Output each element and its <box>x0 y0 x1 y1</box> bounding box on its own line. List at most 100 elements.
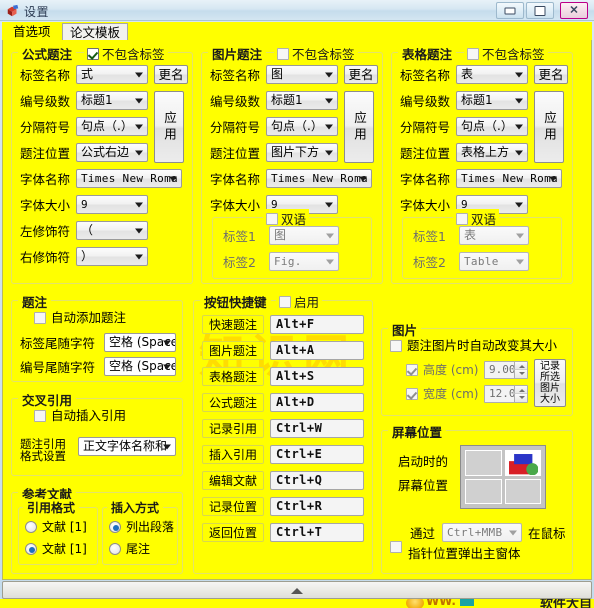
picture-rename-button[interactable]: 更名 <box>344 65 378 84</box>
references-insert-option-1[interactable]: 尾注 <box>109 542 150 556</box>
screen-quadrant-bottom-left[interactable] <box>465 478 502 504</box>
shortcut-key-8[interactable]: Ctrl+T <box>270 523 364 542</box>
tab-paper-template[interactable]: 论文模板 <box>62 23 129 41</box>
picture-width-spin-up[interactable] <box>514 386 527 394</box>
shortcut-label-5[interactable]: 插入引用 <box>202 445 264 464</box>
shortcut-key-5[interactable]: Ctrl+E <box>270 445 364 464</box>
table-bilingual-label1-combo[interactable]: 表 <box>459 226 529 245</box>
picture-height-spin-down[interactable] <box>514 370 527 378</box>
picture-exclude-checkbox[interactable] <box>277 47 289 60</box>
table-position-combo[interactable]: 表格上方 <box>456 143 528 162</box>
shortcut-label-1[interactable]: 图片题注 <box>202 341 264 360</box>
screen-quadrant-top-left[interactable] <box>465 450 502 476</box>
shortcuts-enable-row[interactable]: 启用 <box>276 292 323 311</box>
table-label-name-combo[interactable]: 表 <box>456 65 528 84</box>
picture-bilingual-label2-combo[interactable]: Fig. <box>269 252 339 271</box>
shortcut-key-2[interactable]: Alt+S <box>270 367 364 386</box>
formula-label-name-combo[interactable]: 式 <box>76 65 148 84</box>
caption-number-trailing-combo[interactable]: 空格 (Space) <box>104 357 176 376</box>
table-exclude-label-checkbox[interactable]: 不包含标签 <box>464 44 548 63</box>
picture-bilingual-label1-combo[interactable]: 图 <box>269 226 339 245</box>
formula-font-name-combo[interactable]: Times New Roma <box>76 169 182 188</box>
shortcuts-enable-checkbox[interactable] <box>279 295 291 308</box>
references-cite-radio-0[interactable] <box>25 521 37 533</box>
table-font-name-combo[interactable]: Times New Roma <box>456 169 562 188</box>
picture-number-level-combo[interactable]: 标题1 <box>266 91 338 110</box>
references-cite-option-1[interactable]: 文献 [1] <box>25 542 87 556</box>
references-insert-radio-1[interactable] <box>109 543 121 555</box>
shortcut-label-3[interactable]: 公式题注 <box>202 393 264 412</box>
table-rename-button[interactable]: 更名 <box>534 65 568 84</box>
formula-number-level-combo[interactable]: 标题1 <box>76 91 148 110</box>
table-separator-combo[interactable]: 句点（.） <box>456 117 528 136</box>
formula-position-combo[interactable]: 公式右边 <box>76 143 148 162</box>
table-number-level-combo[interactable]: 标题1 <box>456 91 528 110</box>
cross-ref-auto-insert-checkbox[interactable] <box>34 410 46 422</box>
collapse-bar[interactable] <box>2 581 592 599</box>
table-bilingual-checkbox[interactable] <box>456 212 468 225</box>
tab-preferences[interactable]: 首选项 <box>6 23 58 41</box>
picture-auto-resize-checkbox[interactable] <box>390 340 402 352</box>
references-cite-radio-1[interactable] <box>25 543 37 555</box>
picture-width-checkbox[interactable] <box>406 388 418 400</box>
shortcut-key-6[interactable]: Ctrl+Q <box>270 471 364 490</box>
shortcut-key-1[interactable]: Alt+A <box>270 341 364 360</box>
picture-height-row[interactable]: 高度 (cm) <box>406 363 478 377</box>
picture-exclude-label-checkbox[interactable]: 不包含标签 <box>274 44 358 63</box>
shortcut-key-3[interactable]: Alt+D <box>270 393 364 412</box>
screen-position-grid[interactable] <box>460 445 546 509</box>
shortcut-label-8[interactable]: 返回位置 <box>202 523 264 542</box>
screen-quadrant-bottom-right[interactable] <box>504 478 541 504</box>
shortcut-label-2[interactable]: 表格题注 <box>202 367 264 386</box>
picture-position-combo[interactable]: 图片下方 <box>266 143 338 162</box>
shortcut-key-4[interactable]: Ctrl+W <box>270 419 364 438</box>
picture-bilingual-group: 双语 标签1 标签2 图 Fig. <box>212 209 372 279</box>
picture-record-size-button[interactable]: 记录 所选 图片 大小 <box>534 359 566 407</box>
formula-exclude-checkbox[interactable] <box>87 47 99 60</box>
picture-height-spin-up[interactable] <box>514 362 527 370</box>
formula-right-decorator-label: 右修饰符 <box>20 250 71 265</box>
references-cite-option-0[interactable]: 文献 [1] <box>25 520 87 534</box>
caption-auto-add-checkbox[interactable] <box>34 312 46 324</box>
shortcut-label-4[interactable]: 记录引用 <box>202 419 264 438</box>
shortcut-label-7[interactable]: 记录位置 <box>202 497 264 516</box>
minimize-button[interactable] <box>496 2 524 19</box>
shortcut-label-6[interactable]: 编辑文献 <box>202 471 264 490</box>
chevron-down-icon <box>135 228 143 233</box>
picture-width-row[interactable]: 宽度 (cm) <box>406 387 478 401</box>
screen-quadrant-top-right[interactable] <box>504 450 541 476</box>
table-apply-button[interactable]: 应用 <box>534 91 564 163</box>
table-exclude-checkbox[interactable] <box>467 47 479 60</box>
maximize-button[interactable] <box>526 2 554 19</box>
picture-height-spinner[interactable]: 9.00 <box>484 361 528 379</box>
picture-height-checkbox[interactable] <box>406 364 418 376</box>
references-insert-option-0[interactable]: 列出段落 <box>109 520 174 534</box>
picture-label-name-combo[interactable]: 图 <box>266 65 338 84</box>
formula-exclude-label-checkbox[interactable]: 不包含标签 <box>84 44 168 63</box>
picture-apply-button[interactable]: 应用 <box>344 91 374 163</box>
formula-right-decorator-combo[interactable]: ） <box>76 247 148 266</box>
picture-width-spin-down[interactable] <box>514 394 527 402</box>
cross-ref-format-combo[interactable]: 正文字体名称和 <box>78 437 176 456</box>
picture-font-name-combo[interactable]: Times New Roma <box>266 169 372 188</box>
shortcut-key-0[interactable]: Alt+F <box>270 315 364 334</box>
formula-left-decorator-combo[interactable]: （ <box>76 221 148 240</box>
picture-separator-combo[interactable]: 句点（.） <box>266 117 338 136</box>
table-bilingual-label2-combo[interactable]: Table <box>459 252 529 271</box>
cross-ref-auto-insert-row[interactable]: 自动插入引用 <box>34 409 126 423</box>
close-button[interactable]: ✕ <box>560 2 588 19</box>
screen-popup-hotkey-combo[interactable]: Ctrl+MMB <box>442 523 522 542</box>
picture-auto-resize-row[interactable]: 题注图片时自动改变其大小 <box>390 339 557 353</box>
picture-bilingual-checkbox[interactable] <box>266 212 278 225</box>
formula-apply-button[interactable]: 应用 <box>154 91 184 163</box>
shortcut-label-0[interactable]: 快速题注 <box>202 315 264 334</box>
shortcut-key-7[interactable]: Ctrl+R <box>270 497 364 516</box>
formula-separator-combo[interactable]: 句点（.） <box>76 117 148 136</box>
references-insert-radio-0[interactable] <box>109 521 121 533</box>
picture-width-spinner[interactable]: 12.00 <box>484 385 528 403</box>
formula-font-size-combo[interactable]: 9 <box>76 195 148 214</box>
caption-label-trailing-combo[interactable]: 空格 (Space) <box>104 333 176 352</box>
formula-rename-button[interactable]: 更名 <box>154 65 188 84</box>
screen-popup-checkbox[interactable] <box>390 541 402 553</box>
caption-auto-add-row[interactable]: 自动添加题注 <box>34 311 126 325</box>
